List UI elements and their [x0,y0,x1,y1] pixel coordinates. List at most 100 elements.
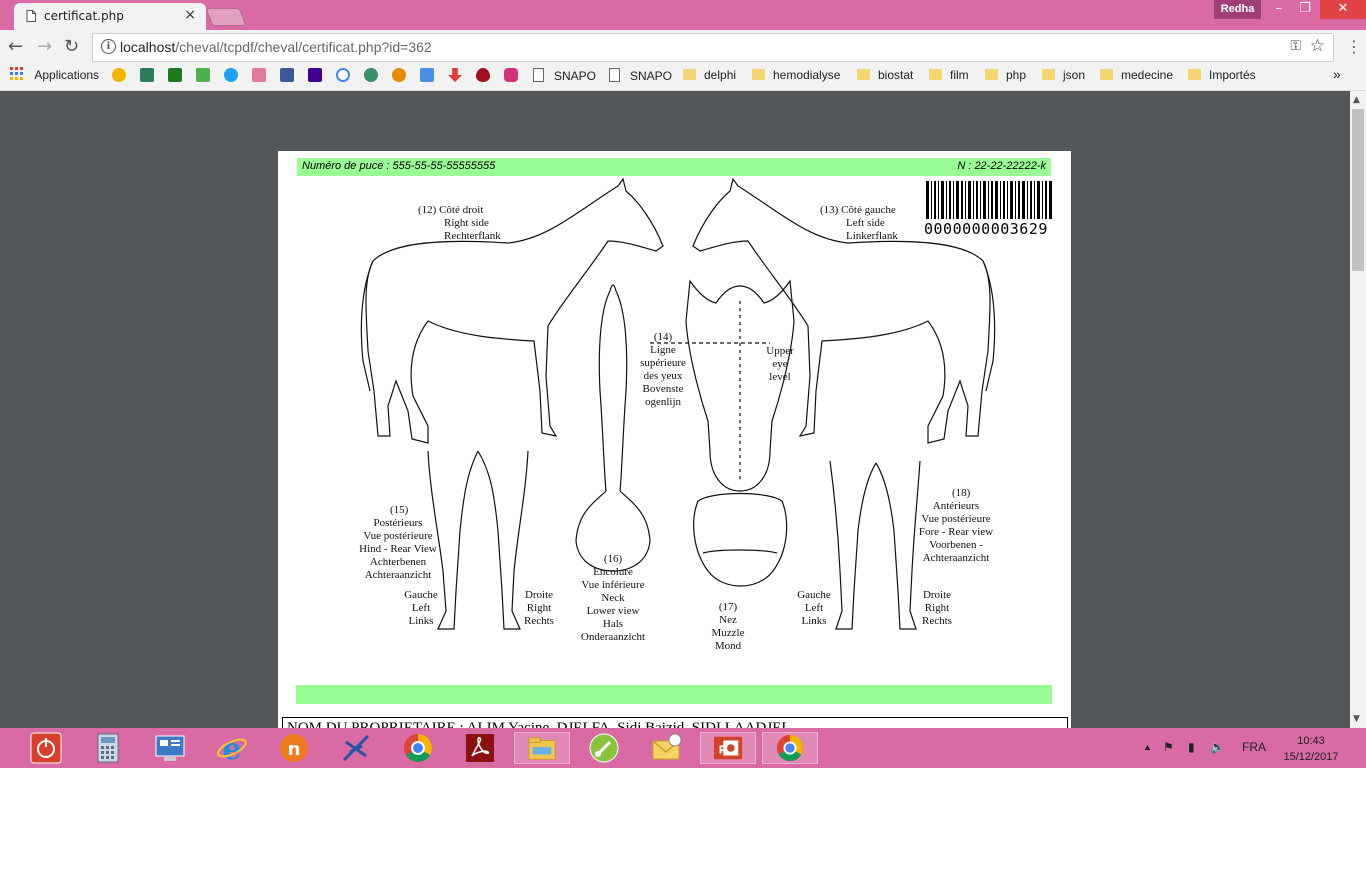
label-eye-level: (14) Ligne supérieure des yeux Bovenste ogenl… [640,331,686,408]
tab-close-icon[interactable]: × [184,7,196,23]
scrollbar-thumb[interactable] [1352,109,1364,271]
vertical-scrollbar[interactable]: ▲ ▼ [1350,91,1366,728]
pdf-viewer[interactable]: Numéro de puce : 555-55-55-55555555 N : … [0,91,1350,728]
label-fore-right: Droite Right Rechts [922,589,952,627]
page-icon [26,10,36,25]
folder-icon [985,69,998,80]
info-icon[interactable]: i [101,39,116,54]
language-indicator[interactable]: FRA [1242,740,1266,754]
close-window-icon[interactable]: ✕ [1320,0,1366,19]
taskbar: e n P ▲ ⚑ ▮ 🔈 FRA 10:43 15/12/2017 [0,728,1366,768]
blood-drop-icon[interactable] [476,68,490,82]
bookmark-snapo-2[interactable]: SNAPO [609,68,672,83]
scroll-up-icon[interactable]: ▲ [1353,95,1360,105]
label-neck: (16) Encolure Vue inférieure Neck Lower view… [580,553,646,643]
menu-icon[interactable]: ⋮ [1346,37,1362,56]
powerpoint-icon[interactable]: P [700,732,756,764]
bookmark-json[interactable]: json [1042,68,1085,82]
scroll-down-icon[interactable]: ▼ [1353,714,1360,724]
bookmarks-overflow-button[interactable]: » [1333,66,1341,82]
minimize-icon[interactable]: – [1266,0,1292,19]
label-hind-right: Droite Right Rechts [524,589,554,627]
bookmark-importes[interactable]: Importés [1188,68,1256,82]
app-n-icon[interactable]: n [266,732,322,764]
certificate-page: Numéro de puce : 555-55-55-55555555 N : … [278,151,1071,728]
mail-icon[interactable] [638,732,694,764]
svg-text:n: n [288,739,301,760]
control-panel-icon[interactable] [142,732,198,764]
flag-icon[interactable]: ⚑ [1163,740,1174,754]
volume-icon[interactable]: 🔈 [1210,740,1225,754]
bookmark-delphi[interactable]: delphi [683,68,736,82]
page-icon [609,68,620,82]
label-left-side: (13) Côté gauche Left side Linkerflank [820,204,898,242]
acrobat-icon[interactable] [452,732,508,764]
key-icon[interactable]: ⚿ [1290,38,1301,54]
folder-icon [929,69,942,80]
translate-icon[interactable] [420,68,434,82]
show-hidden-icons-icon[interactable]: ▲ [1143,742,1152,752]
browser-titlebar: certificat.php × Redha – ❐ ✕ [0,0,1366,30]
profile-button[interactable]: Redha [1214,0,1261,19]
star-icon[interactable]: ☆ [1310,36,1325,56]
folder-icon [683,69,696,80]
tab-title: certificat.php [44,9,124,23]
bookmark-hemodialyse[interactable]: hemodialyse [752,68,840,82]
forward-icon[interactable]: → [37,36,52,57]
new-tab-button[interactable] [205,8,247,26]
label-muzzle: (17) Nez Muzzle Mond [711,601,745,652]
folder-icon [857,69,870,80]
google-icon[interactable] [336,68,350,82]
clock[interactable]: 10:43 15/12/2017 [1280,733,1342,765]
page-icon [533,68,544,82]
address-toolbar: ← → ↻ i localhost/cheval/tcpdf/cheval/ce… [0,30,1366,63]
apps-grid-icon [10,67,23,80]
chrome-icon[interactable] [390,732,446,764]
green-app-icon[interactable] [576,732,632,764]
folder-icon [1188,69,1201,80]
separator-bar [296,685,1052,704]
internet-explorer-icon[interactable]: e [204,732,260,767]
file-explorer-icon[interactable] [514,732,570,764]
twitter-icon[interactable] [224,68,238,82]
yahoo-icon[interactable] [308,68,322,82]
flower-icon[interactable] [392,68,406,82]
battery-icon[interactable]: ▮ [1188,740,1195,754]
folder-icon [752,69,765,80]
label-fore-left: Gauche Left Links [797,589,831,627]
bookmark-snapo-1[interactable]: SNAPO [533,68,596,83]
bookmark-favicon-icon[interactable] [112,68,126,82]
bookmarks-bar: Applications SNAPO SNAPO delphi hemodial… [0,63,1366,91]
apps-button[interactable]: Applications [10,67,99,82]
facebook-icon[interactable] [280,68,294,82]
maximize-icon[interactable]: ❐ [1292,0,1318,19]
owner-box: NOM DU PROPRIETAIRE : ALIM Yacine, DJELF… [282,717,1068,728]
label-fore: (18) Antérieurs Vue postérieure Fore - Rear… [918,487,994,564]
chrome-active-icon[interactable] [762,732,818,764]
label-hind: (15) Postérieurs Vue postérieure Hind - Rea… [359,504,437,581]
download-icon[interactable] [448,68,462,82]
clock-date: 15/12/2017 [1283,751,1339,763]
url-text[interactable]: localhost/cheval/tcpdf/cheval/certificat… [120,39,432,55]
bookmark-php[interactable]: php [985,68,1026,82]
counter-icon[interactable] [168,68,182,82]
bird-icon[interactable] [252,68,266,82]
bookmark-biostat[interactable]: biostat [857,68,913,82]
reload-icon[interactable]: ↻ [64,36,79,57]
send-icon[interactable] [140,68,154,82]
network-tool-icon[interactable] [328,732,384,764]
clock-time: 10:43 [1297,735,1325,747]
bookmark-medecine[interactable]: medecine [1100,68,1173,82]
bookmark-film[interactable]: film [929,68,969,82]
folder-icon [1042,69,1055,80]
browser-tab[interactable]: certificat.php × [14,3,206,30]
power-button-icon[interactable] [18,732,74,764]
folder-icon [1100,69,1113,80]
instagram-icon[interactable] [504,68,518,82]
back-icon[interactable]: ← [8,36,23,57]
globe-icon[interactable] [364,68,378,82]
omnibox[interactable]: i localhost/cheval/tcpdf/cheval/certific… [92,33,1334,62]
calculator-icon[interactable] [80,732,136,764]
label-hind-left: Gauche Left Links [404,589,438,627]
wave-icon[interactable] [196,68,210,82]
